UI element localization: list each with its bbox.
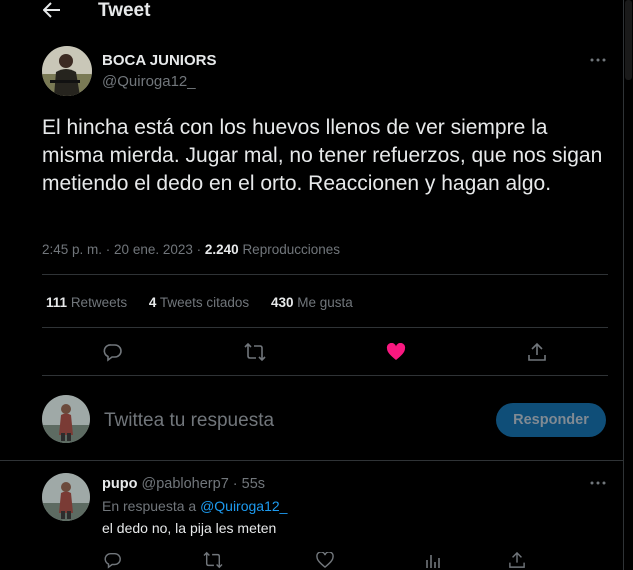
share-icon <box>528 342 546 361</box>
divider <box>42 375 608 376</box>
header: Tweet <box>0 0 624 24</box>
retweets-count: 111 <box>46 295 68 310</box>
reply-author-handle[interactable]: @pabloherp7 <box>141 476 228 492</box>
share-icon <box>509 551 525 568</box>
reply-retweet-button[interactable] <box>201 548 225 570</box>
reply-separator: · <box>228 476 242 492</box>
tweet-time[interactable]: 2:45 p. m. <box>42 242 102 257</box>
tweet-text: El hincha está con los huevos llenos de … <box>42 116 603 195</box>
heart-icon <box>316 552 334 568</box>
reply-input[interactable]: Twittea tu respuesta <box>104 410 274 432</box>
retweet-icon <box>244 342 266 362</box>
likes-stat[interactable]: 430 Me gusta <box>271 295 353 310</box>
quotes-count: 4 <box>148 295 157 310</box>
quotes-label: Tweets citados <box>159 295 250 310</box>
reply-share-button[interactable] <box>505 548 529 570</box>
reply-icon <box>103 344 122 362</box>
like-button[interactable] <box>384 340 408 364</box>
heart-filled-icon <box>386 343 406 360</box>
in-reply-prefix: En respuesta a <box>102 498 197 514</box>
scrollbar[interactable] <box>624 0 633 570</box>
meta-separator: · <box>192 242 205 257</box>
more-icon <box>590 58 606 62</box>
share-button[interactable] <box>525 340 549 364</box>
retweets-stat[interactable]: 111 Retweets <box>46 295 127 310</box>
reply-text: el dedo no, la pija les meten <box>102 520 277 536</box>
reply-icon <box>104 552 121 569</box>
retweet-icon <box>203 551 223 569</box>
author-handle[interactable]: @Quiroga12_ <box>102 73 196 90</box>
analytics-icon <box>426 555 440 568</box>
avatar-image <box>42 46 92 96</box>
tweet-meta: 2:45 p. m. · 20 ene. 2023 · 2.240 Reprod… <box>42 242 340 257</box>
composer-avatar[interactable] <box>42 395 90 443</box>
reply-like-button[interactable] <box>313 548 337 570</box>
retweet-button[interactable] <box>243 340 267 364</box>
reply-avatar-image <box>42 473 90 521</box>
author-name[interactable]: BOCA JUNIORS <box>102 52 216 69</box>
back-arrow-icon <box>43 2 60 18</box>
quotes-stat[interactable]: 4 Tweets citados <box>149 295 249 310</box>
avatar[interactable] <box>42 46 92 96</box>
views-count: 2.240 <box>204 242 239 257</box>
likes-label: Me gusta <box>297 295 353 310</box>
divider <box>42 274 608 275</box>
scrollbar-thumb[interactable] <box>625 0 632 80</box>
reply-age[interactable]: 55s <box>242 476 265 492</box>
reply-actions <box>0 550 624 570</box>
views-label: Reproducciones <box>242 242 340 257</box>
reply-avatar[interactable] <box>42 473 90 521</box>
back-button[interactable] <box>41 0 63 20</box>
page-title: Tweet <box>98 0 151 21</box>
meta-separator: · <box>102 242 115 257</box>
divider <box>42 327 608 328</box>
reply-header: pupo @pabloherp7 · 55s <box>102 476 265 492</box>
reply-analytics-button[interactable] <box>421 548 445 570</box>
reply-author-name[interactable]: pupo <box>102 476 137 492</box>
reply-button[interactable] <box>101 340 125 364</box>
reply-more-button[interactable] <box>586 478 610 488</box>
tweet-actions <box>0 340 624 364</box>
reply-reply-button[interactable] <box>101 548 125 570</box>
divider <box>0 460 624 461</box>
tweet-more-button[interactable] <box>586 55 610 65</box>
more-icon <box>590 481 606 485</box>
retweets-label: Retweets <box>70 295 128 310</box>
likes-count: 430 <box>270 295 294 310</box>
tweet-date[interactable]: 20 ene. 2023 <box>114 242 193 257</box>
reply-submit-button[interactable]: Responder <box>496 403 606 437</box>
composer-avatar-image <box>42 395 90 443</box>
engagement-stats: 111 Retweets 4 Tweets citados 430 Me gus… <box>46 295 371 310</box>
in-reply-handle-link[interactable]: @Quiroga12_ <box>200 498 287 514</box>
tweet-column: Tweet BOCA JUNIORS @Quiroga12_ El hincha… <box>0 0 624 570</box>
in-reply-to: En respuesta a @Quiroga12_ <box>102 498 287 514</box>
